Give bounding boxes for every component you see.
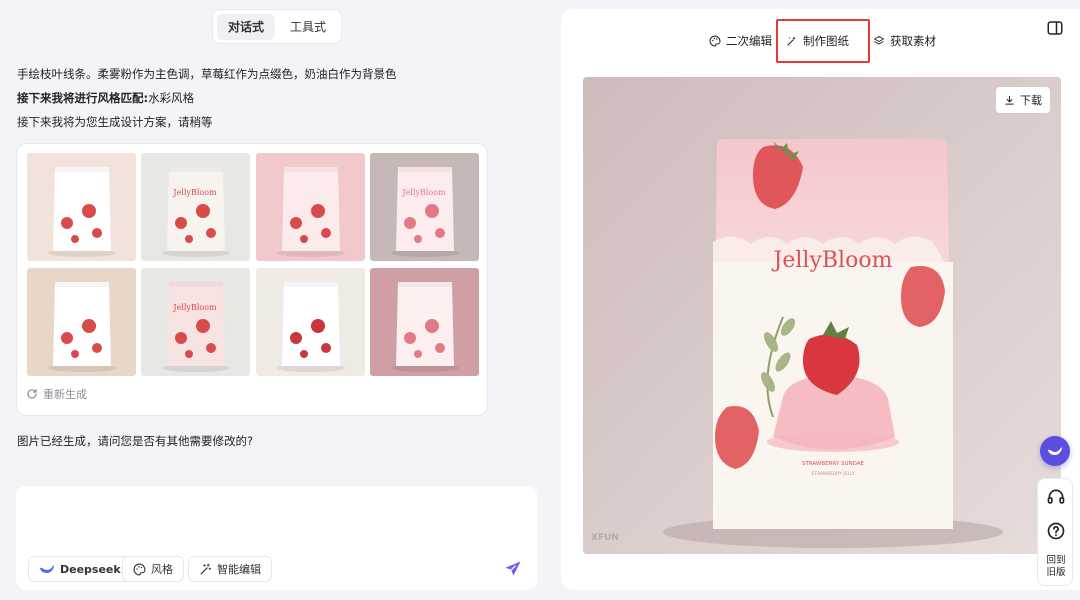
help-icon[interactable] — [1046, 521, 1066, 541]
headset-icon[interactable] — [1046, 487, 1066, 507]
download-label: 下载 — [1020, 94, 1042, 107]
regenerate-button[interactable]: 重新生成 — [26, 386, 87, 402]
product-subtitle: STRAWBERRY SUNDAE — [802, 461, 865, 467]
palette-icon — [709, 35, 721, 47]
chat-message-line: 接下来我将为您生成设计方案，请稍等 — [17, 115, 213, 129]
back-label-2: 旧版 — [1046, 567, 1066, 578]
tab-label: 制作图纸 — [803, 34, 849, 48]
svg-text:JellyBloom: JellyBloom — [172, 303, 217, 312]
regenerate-label: 重新生成 — [43, 388, 87, 401]
palette-icon — [133, 563, 146, 575]
chat-message-done: 图片已经生成，请问您是否有其他需要修改的? — [17, 434, 254, 448]
deepseek-label: Deepseek — [60, 562, 121, 576]
whale-icon — [40, 565, 54, 573]
mode-switch: 对话式 工具式 — [212, 9, 342, 44]
assistant-bot-icon[interactable] — [1040, 436, 1070, 466]
back-to-old-version[interactable]: 回到 旧版 — [1038, 555, 1074, 579]
tab-secondary-edit[interactable]: 二次编辑 — [703, 19, 778, 63]
chat-message-line: 手绘枝叶线条。柔雾粉作为主色调，草莓红作为点缀色，奶油白作为背景色 — [17, 67, 397, 81]
magic-wand-icon — [200, 563, 212, 574]
tab-make-drawing[interactable]: 制作图纸 — [776, 19, 870, 63]
tab-tool-mode[interactable]: 工具式 — [279, 14, 337, 40]
preview-panel: 二次编辑 制作图纸 获取素材 JellyBloom STRAWBERRY SUN… — [561, 9, 1080, 590]
whale-icon — [1048, 447, 1062, 455]
product-subtitle-2: STRAWBERRY JELLY — [811, 471, 854, 477]
tab-label: 获取素材 — [890, 34, 936, 48]
smart-edit-label: 智能编辑 — [217, 563, 261, 576]
gallery-thumbnail[interactable] — [27, 153, 136, 261]
brand-name: JellyBloom — [772, 248, 893, 273]
tab-dialog-mode[interactable]: 对话式 — [217, 13, 275, 40]
gallery-thumbnail[interactable] — [370, 268, 479, 376]
style-label: 风格 — [151, 563, 173, 576]
download-button[interactable]: 下载 — [996, 87, 1050, 113]
download-icon — [1005, 95, 1014, 105]
style-match-value: 水彩风格 — [148, 91, 195, 105]
gallery-thumbnail[interactable] — [256, 153, 365, 261]
layers-icon — [874, 36, 884, 45]
back-label-1: 回到 — [1046, 555, 1066, 566]
chat-message-style-match: 接下来我将进行风格匹配:水彩风格 — [17, 90, 194, 106]
tab-get-assets[interactable]: 获取素材 — [867, 19, 942, 63]
tab-label: 二次编辑 — [726, 34, 772, 48]
refresh-icon — [27, 388, 37, 399]
floating-toolbar: 回到 旧版 — [1037, 478, 1073, 586]
product-illustration: JellyBloom STRAWBERRY SUNDAE STRAWBERRY … — [583, 77, 1061, 554]
gallery-thumbnail[interactable]: JellyBloom — [370, 153, 479, 261]
gallery-thumbnail[interactable]: JellyBloom — [141, 153, 250, 261]
smart-edit-chip[interactable]: 智能编辑 — [188, 556, 272, 582]
send-icon[interactable] — [503, 559, 523, 579]
svg-text:JellyBloom: JellyBloom — [172, 188, 217, 197]
sparkle-icon — [787, 36, 796, 46]
deepseek-chip[interactable]: Deepseek — [28, 556, 132, 582]
style-chip[interactable]: 风格 — [122, 556, 184, 582]
gallery-thumbnail[interactable] — [27, 268, 136, 376]
message-composer[interactable]: Deepseek 风格 智能编辑 — [16, 486, 537, 590]
watermark-logo: XFUN — [591, 533, 619, 543]
svg-text:JellyBloom: JellyBloom — [401, 188, 446, 197]
gallery-thumbnail[interactable]: JellyBloom — [141, 268, 250, 376]
style-match-label: 接下来我将进行风格匹配: — [17, 91, 149, 105]
product-preview-image: JellyBloom STRAWBERRY SUNDAE STRAWBERRY … — [583, 77, 1061, 554]
sidebar-toggle-icon[interactable] — [1046, 19, 1064, 37]
gallery-thumbnail[interactable] — [256, 268, 365, 376]
